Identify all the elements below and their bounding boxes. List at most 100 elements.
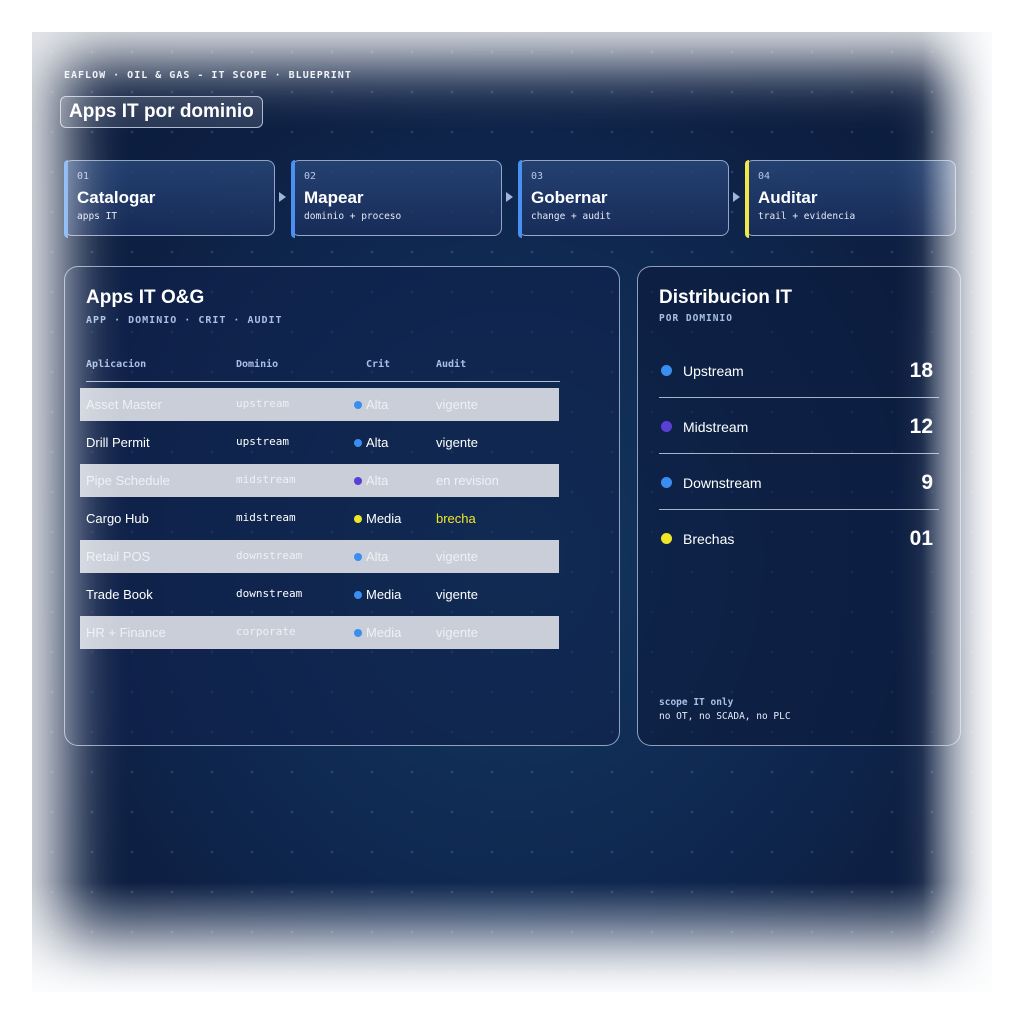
domain-dot-icon (661, 533, 672, 544)
scope-note-body: no OT, no SCADA, no PLC (659, 711, 791, 722)
step-accent-bar (518, 160, 522, 238)
step-number: 03 (531, 171, 544, 182)
criticality-dot-icon (354, 590, 362, 599)
app-domain: downstream (236, 587, 303, 600)
dist-label: Upstream (683, 363, 744, 379)
audit-status: vigente (436, 435, 478, 450)
table-row[interactable]: Retail POS downstream Alta vigente (80, 540, 559, 573)
domain-dot-icon (661, 421, 672, 432)
dist-row-downstream: Downstream 9 (659, 469, 939, 510)
dist-row-midstream: Midstream 12 (659, 413, 939, 454)
app-criticality: Media (354, 587, 401, 602)
app-domain: downstream (236, 549, 303, 562)
step-gobernar[interactable]: 03 Gobernar change + audit (518, 160, 729, 238)
apps-panel-title: Apps IT O&G (86, 287, 205, 308)
app-domain: upstream (236, 397, 289, 410)
criticality-label: Media (366, 511, 402, 526)
app-name: HR + Finance (86, 625, 166, 640)
step-name: Gobernar (531, 188, 608, 207)
dist-value: 9 (921, 471, 933, 494)
criticality-label: Media (366, 625, 402, 640)
audit-status: vigente (436, 625, 478, 640)
table-row[interactable]: Pipe Schedule midstream Alta en revision (80, 464, 559, 497)
dist-row-brechas: Brechas 01 (659, 525, 939, 565)
criticality-label: Alta (366, 473, 389, 488)
dist-value: 12 (909, 415, 933, 438)
step-description: apps IT (77, 211, 118, 222)
step-accent-bar (291, 160, 295, 238)
scope-note-title: scope IT only (659, 697, 734, 708)
table-row[interactable]: Cargo Hub midstream Media brecha (80, 502, 559, 535)
apps-panel: Apps IT O&G APP · DOMINIO · CRIT · AUDIT… (64, 266, 620, 746)
criticality-dot-icon (354, 400, 362, 409)
arrow-right-icon (733, 192, 740, 202)
domain-dot-icon (661, 477, 672, 488)
step-auditar[interactable]: 04 Auditar trail + evidencia (745, 160, 956, 238)
step-accent-bar (745, 160, 749, 238)
step-number: 04 (758, 171, 771, 182)
step-description: trail + evidencia (758, 211, 856, 222)
dist-label: Brechas (683, 531, 735, 547)
criticality-label: Alta (366, 549, 389, 564)
dist-label: Midstream (683, 419, 749, 435)
criticality-dot-icon (354, 628, 362, 637)
app-domain: corporate (236, 625, 296, 638)
eyebrow-label: EAFLOW · OIL & GAS - IT SCOPE · BLUEPRIN… (64, 70, 352, 81)
app-domain: upstream (236, 435, 289, 448)
app-criticality: Alta (354, 549, 388, 564)
blueprint-canvas: EAFLOW · OIL & GAS - IT SCOPE · BLUEPRIN… (32, 32, 992, 992)
app-criticality: Alta (354, 435, 388, 450)
edge-fade (32, 882, 992, 992)
criticality-label: Alta (366, 435, 389, 450)
col-aplicacion: Aplicacion (86, 359, 147, 370)
step-name: Mapear (304, 188, 364, 207)
criticality-dot-icon (354, 476, 362, 485)
table-row[interactable]: Drill Permit upstream Alta vigente (80, 426, 559, 459)
dist-row-upstream: Upstream 18 (659, 357, 939, 398)
table-row[interactable]: Asset Master upstream Alta vigente (80, 388, 559, 421)
col-dominio: Dominio (236, 359, 279, 370)
apps-table-header: Aplicacion Dominio Crit Audit (86, 355, 560, 382)
criticality-dot-icon (354, 552, 362, 561)
distribution-subtitle: POR DOMINIO (659, 313, 733, 324)
dist-value: 18 (909, 359, 933, 382)
col-crit: Crit (366, 359, 391, 370)
table-row[interactable]: Trade Book downstream Media vigente (80, 578, 559, 611)
apps-panel-subtitle: APP · DOMINIO · CRIT · AUDIT (86, 315, 283, 326)
app-criticality: Alta (354, 473, 388, 488)
distribution-title: Distribucion IT (659, 287, 792, 308)
arrow-right-icon (279, 192, 286, 202)
domain-dot-icon (661, 365, 672, 376)
step-catalogar[interactable]: 01 Catalogar apps IT (64, 160, 275, 238)
audit-status: vigente (436, 397, 478, 412)
audit-status: vigente (436, 587, 478, 602)
app-name: Drill Permit (86, 435, 150, 450)
app-name: Asset Master (86, 397, 162, 412)
step-name: Catalogar (77, 188, 156, 207)
criticality-label: Alta (366, 397, 389, 412)
dist-value: 01 (909, 527, 933, 550)
app-criticality: Alta (354, 397, 388, 412)
arrow-right-icon (506, 192, 513, 202)
criticality-dot-icon (354, 438, 362, 447)
step-name: Auditar (758, 188, 818, 207)
audit-status: vigente (436, 549, 478, 564)
dist-label: Downstream (683, 475, 762, 491)
audit-status: en revision (436, 473, 499, 488)
step-description: dominio + proceso (304, 211, 402, 222)
step-number: 02 (304, 171, 317, 182)
app-name: Cargo Hub (86, 511, 149, 526)
step-description: change + audit (531, 211, 612, 222)
distribution-panel: Distribucion IT POR DOMINIO Upstream 18 … (637, 266, 961, 746)
step-number: 01 (77, 171, 90, 182)
app-criticality: Media (354, 625, 401, 640)
page-title: Apps IT por dominio (60, 96, 263, 128)
table-row[interactable]: HR + Finance corporate Media vigente (80, 616, 559, 649)
step-mapear[interactable]: 02 Mapear dominio + proceso (291, 160, 502, 238)
process-steps: 01 Catalogar apps IT 02 Mapear dominio +… (64, 160, 960, 240)
criticality-label: Media (366, 587, 402, 602)
audit-status: brecha (436, 511, 476, 526)
criticality-dot-icon (354, 514, 362, 523)
app-name: Trade Book (86, 587, 153, 602)
step-accent-bar (64, 160, 68, 238)
